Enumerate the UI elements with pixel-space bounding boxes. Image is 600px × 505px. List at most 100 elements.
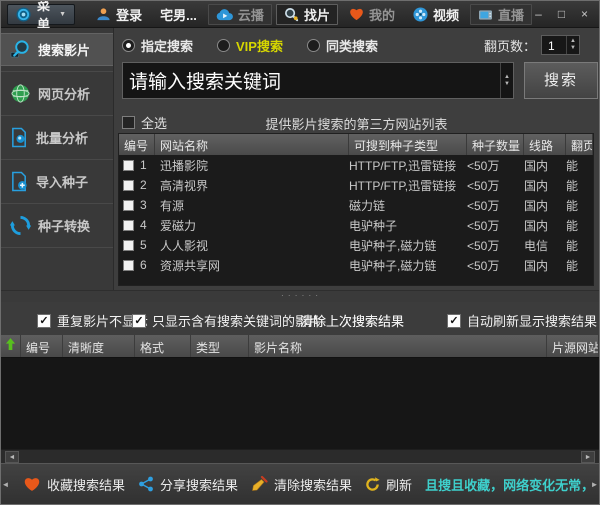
scroll-left-button[interactable]: ◄ (5, 451, 19, 463)
cell-types: 电驴种子,磁力链 (349, 257, 467, 274)
toolbar-item-video[interactable]: 视频 (406, 4, 466, 25)
sort-arrow-icon[interactable] (1, 335, 21, 357)
toolbar-item-label: 我的 (369, 5, 395, 24)
scroll-right-button[interactable]: ► (581, 451, 595, 463)
clear-results-button[interactable]: 清除搜索结果 (251, 475, 352, 494)
sidebar-item-seed-convert[interactable]: 种子转换 (1, 209, 113, 242)
toolbar-item-zhainan[interactable]: 宅男... (153, 4, 204, 25)
sidebar-item-import-seed[interactable]: 导入种子 (1, 165, 113, 198)
checkbox-checked-icon[interactable]: ✓ (132, 314, 146, 328)
row-checkbox[interactable] (123, 240, 134, 251)
toolbar-scroll-right-icon[interactable]: ► (590, 480, 599, 489)
chevron-down-icon: ▼ (59, 11, 66, 18)
stepper-down-icon[interactable]: ▼ (570, 45, 576, 52)
stepper-up-icon[interactable]: ▲ (570, 38, 576, 45)
titlebar: 菜单 ▼ 登录 宅男... 云播 找片 我的 视频 直播 (1, 1, 599, 28)
button-label: 分享搜索结果 (160, 475, 238, 494)
row-checkbox[interactable] (123, 180, 134, 191)
radio-icon (122, 39, 135, 52)
results-table-body[interactable] (1, 357, 599, 449)
heart-icon (23, 476, 41, 492)
horizontal-scrollbar[interactable]: ◄ ► (1, 449, 599, 463)
sidebar-item-batch-analysis[interactable]: 批量分析 (1, 121, 113, 154)
toolbar-item-cloud-play[interactable]: 云播 (208, 4, 272, 25)
col-header-line: 线路 (524, 134, 566, 155)
convert-arrows-icon (10, 215, 31, 236)
table-row[interactable]: 4 爱磁力 电驴种子 <50万 国内 能 (119, 215, 593, 235)
splitter-handle[interactable]: · · · · · · (1, 290, 599, 302)
filter-auto-refresh[interactable]: ✓ 自动刷新显示搜索结果 (447, 311, 597, 330)
checkbox-checked-icon[interactable]: ✓ (37, 314, 51, 328)
close-button[interactable]: × (578, 7, 591, 21)
toolbar-scroll-left-icon[interactable]: ◄ (1, 480, 10, 489)
magnifier-icon (284, 7, 299, 22)
divider (1, 115, 113, 116)
filter-only-keyword[interactable]: ✓ 只显示含有搜索关键词的影片 清除上次搜索结果 (132, 311, 404, 330)
cell-num: 4 (140, 218, 147, 232)
col-header-clarity[interactable]: 清晰度 (63, 335, 135, 357)
page-count-stepper[interactable]: 1 ▲ ▼ (541, 35, 580, 55)
row-checkbox[interactable] (123, 260, 134, 271)
site-table-body: 1 迅播影院 HTTP/FTP,迅雷链接 <50万 国内 能 2 高清视界 HT… (119, 155, 593, 285)
table-row[interactable]: 5 人人影视 电驴种子,磁力链 <50万 电信 能 (119, 235, 593, 255)
sidebar-item-page-analysis[interactable]: 网页分析 (1, 77, 113, 110)
results-table-header: 编号 清晰度 格式 类型 影片名称 片源网站 (1, 335, 599, 357)
cell-types: HTTP/FTP,迅雷链接 (349, 177, 467, 194)
toolbar-item-login[interactable]: 登录 (89, 4, 149, 25)
refresh-button[interactable]: 刷新 (365, 475, 412, 494)
toolbar-item-mine[interactable]: 我的 (342, 4, 402, 25)
favorite-results-button[interactable]: 收藏搜索结果 (23, 475, 125, 494)
button-label: 收藏搜索结果 (47, 475, 125, 494)
sidebar-item-label: 种子转换 (38, 216, 90, 235)
cell-name: 人人影视 (155, 237, 349, 254)
col-header-format[interactable]: 格式 (135, 335, 191, 357)
table-row[interactable]: 3 有源 磁力链 <50万 国内 能 (119, 195, 593, 215)
cell-num: 3 (140, 198, 147, 212)
sidebar-item-search-film[interactable]: 搜索影片 (1, 33, 113, 66)
radio-label: VIP搜索 (236, 36, 283, 55)
table-row[interactable]: 1 迅播影院 HTTP/FTP,迅雷链接 <50万 国内 能 (119, 155, 593, 175)
cell-num: 5 (140, 238, 147, 252)
cell-count: <50万 (467, 177, 524, 194)
cell-name: 迅播影院 (155, 157, 349, 174)
radio-vip-search[interactable]: VIP搜索 (217, 36, 283, 55)
toolbar-item-find-film[interactable]: 找片 (276, 4, 338, 25)
radio-specified-search[interactable]: 指定搜索 (122, 36, 193, 55)
cell-count: <50万 (467, 257, 524, 274)
search-button[interactable]: 搜索 (524, 62, 598, 99)
table-row[interactable]: 2 高清视界 HTTP/FTP,迅雷链接 <50万 国内 能 (119, 175, 593, 195)
row-checkbox[interactable] (123, 220, 134, 231)
radio-similar-search[interactable]: 同类搜索 (307, 36, 378, 55)
minimize-button[interactable]: – (532, 7, 545, 21)
toolbar-item-live[interactable]: 直播 (470, 4, 532, 25)
share-results-button[interactable]: 分享搜索结果 (138, 475, 238, 494)
col-header-source[interactable]: 片源网站 (547, 335, 599, 357)
cell-page: 能 (566, 217, 593, 234)
cell-line: 国内 (524, 157, 566, 174)
search-film-icon (10, 39, 31, 60)
cell-page: 能 (566, 257, 593, 274)
col-header-type[interactable]: 类型 (191, 335, 249, 357)
cloud-play-icon (216, 8, 233, 21)
row-checkbox[interactable] (123, 200, 134, 211)
checkbox-checked-icon[interactable]: ✓ (447, 314, 461, 328)
filter-label: 自动刷新显示搜索结果 (467, 311, 597, 330)
keyword-input[interactable] (123, 63, 500, 98)
col-header-title[interactable]: 影片名称 (249, 335, 547, 357)
row-checkbox[interactable] (123, 160, 134, 171)
maximize-button[interactable]: □ (555, 7, 568, 21)
combo-down-icon[interactable]: ▼ (504, 81, 510, 88)
cell-count: <50万 (467, 197, 524, 214)
refresh-icon (365, 477, 380, 492)
menu-button[interactable]: 菜单 ▼ (7, 4, 75, 25)
combo-up-icon[interactable]: ▲ (504, 74, 510, 81)
col-header-count: 种子数量 (467, 134, 524, 155)
cell-page: 能 (566, 157, 593, 174)
toolbar-item-label: 直播 (498, 5, 524, 24)
cell-page: 能 (566, 177, 593, 194)
document-plus-icon (10, 171, 29, 192)
col-header-num[interactable]: 编号 (21, 335, 63, 357)
keyword-combobox: ▲ ▼ (122, 62, 514, 99)
table-row[interactable]: 6 资源共享网 电驴种子,磁力链 <50万 国内 能 (119, 255, 593, 275)
sidebar-item-label: 导入种子 (36, 172, 88, 191)
